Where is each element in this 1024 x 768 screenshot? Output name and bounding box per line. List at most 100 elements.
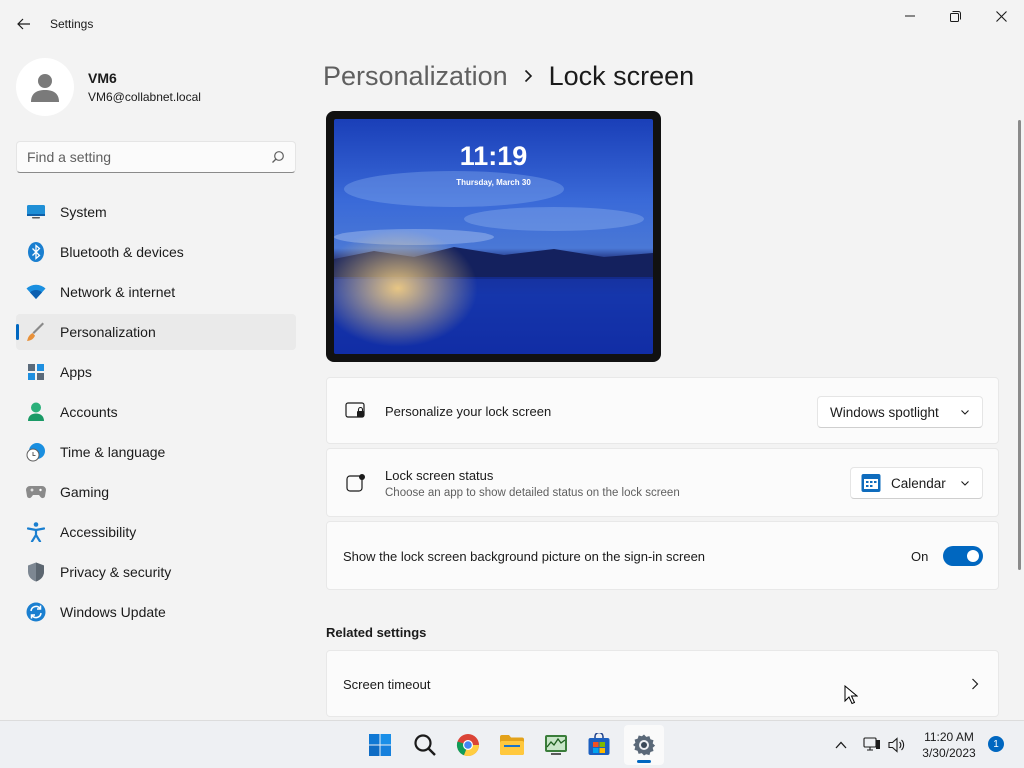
search-icon[interactable] (271, 150, 285, 164)
sidebar-item-windows-update[interactable]: Windows Update (16, 594, 296, 630)
signin-background-title: Show the lock screen background picture … (343, 549, 706, 564)
bluetooth-icon (26, 242, 46, 262)
active-app-indicator (637, 760, 651, 763)
chevron-right-icon (972, 678, 979, 690)
task-manager-icon (545, 735, 567, 755)
chrome-icon (456, 734, 480, 757)
clock-time: 11:20 AM (924, 730, 974, 744)
sidebar-item-label: Privacy & security (60, 564, 172, 580)
sidebar-item-time-language[interactable]: Time & language (16, 434, 296, 470)
start-button[interactable] (360, 725, 400, 765)
sidebar-item-network[interactable]: Network & internet (16, 274, 296, 310)
monitor-icon (26, 202, 46, 222)
clock-globe-icon (26, 442, 46, 462)
sidebar-item-label: Time & language (60, 444, 166, 460)
taskbar-search-button[interactable] (405, 725, 445, 765)
chrome-button[interactable] (448, 725, 488, 765)
chevron-down-icon (961, 481, 969, 486)
file-explorer-icon (500, 735, 524, 755)
settings-window: Settings VM6 VM6@collabnet.local Sys (0, 0, 1024, 720)
scrollbar[interactable] (1018, 120, 1021, 570)
preview-time: 11:19 (459, 141, 528, 171)
sidebar-item-label: Windows Update (60, 604, 166, 620)
sidebar-item-label: Bluetooth & devices (60, 244, 184, 260)
settings-taskbar-button[interactable] (624, 725, 664, 765)
search-icon (414, 734, 436, 756)
chevron-down-icon (961, 410, 969, 415)
brush-icon (26, 322, 46, 342)
gamepad-icon (26, 482, 46, 502)
chevron-right-icon (524, 69, 533, 83)
lock-screen-preview: 11:19 Thursday, March 30 (326, 111, 661, 362)
file-explorer-button[interactable] (492, 725, 532, 765)
back-arrow-icon (17, 18, 30, 30)
sidebar-item-personalization[interactable]: Personalization (16, 314, 296, 350)
close-button[interactable] (978, 0, 1024, 32)
store-icon (588, 733, 610, 755)
status-dropdown-value: Calendar (891, 475, 946, 491)
sidebar-item-label: Accessibility (60, 524, 137, 540)
close-icon (995, 10, 1007, 22)
sidebar-item-label: System (60, 204, 107, 220)
status-description: Choose an app to show detailed status on… (385, 487, 680, 499)
network-tray-button[interactable] (861, 721, 883, 768)
minimize-icon (905, 15, 915, 17)
settings-icon (633, 734, 656, 756)
accessibility-icon (26, 522, 46, 542)
taskbar: 11:20 AM 3/30/2023 (0, 720, 1024, 768)
sidebar-item-system[interactable]: System (16, 194, 296, 230)
toggle-state-label: On (911, 549, 929, 564)
personalize-dropdown-value: Windows spotlight (830, 404, 939, 420)
signin-background-toggle[interactable] (943, 546, 983, 566)
taskbar-clock[interactable]: 11:20 AM 3/30/2023 (914, 729, 984, 761)
back-button[interactable] (10, 10, 38, 38)
personalize-dropdown[interactable]: Windows spotlight (817, 396, 983, 428)
person-icon (26, 402, 46, 422)
chevron-up-icon (835, 741, 847, 749)
status-dropdown[interactable]: Calendar (850, 467, 983, 499)
notification-badge[interactable]: 1 (988, 736, 1004, 752)
restore-button[interactable] (932, 0, 978, 32)
related-settings-heading: Related settings (326, 625, 427, 640)
screen-timeout-label: Screen timeout (343, 677, 431, 692)
breadcrumb-parent[interactable]: Personalization (323, 61, 508, 92)
apps-icon (26, 362, 46, 382)
wifi-icon (26, 282, 46, 302)
task-manager-button[interactable] (536, 725, 576, 765)
screen-timeout-card[interactable]: Screen timeout (326, 650, 999, 717)
search-box (16, 141, 296, 173)
sidebar-item-accessibility[interactable]: Accessibility (16, 514, 296, 550)
status-title: Lock screen status (385, 468, 494, 483)
sidebar-item-label: Accounts (60, 404, 118, 420)
minimize-button[interactable] (887, 0, 933, 32)
avatar (16, 58, 74, 116)
toggle-knob (967, 550, 979, 562)
sidebar-item-privacy[interactable]: Privacy & security (16, 554, 296, 590)
volume-icon (888, 737, 905, 753)
sidebar-item-bluetooth[interactable]: Bluetooth & devices (16, 234, 296, 270)
search-input[interactable] (17, 149, 257, 165)
sidebar-item-accounts[interactable]: Accounts (16, 394, 296, 430)
title-bar: Settings (0, 0, 1024, 48)
restore-icon (949, 10, 961, 22)
sidebar-item-label: Gaming (60, 484, 110, 500)
person-icon (31, 74, 59, 102)
network-icon (863, 737, 880, 751)
profile-email: VM6@collabnet.local (88, 90, 201, 104)
sidebar-nav: System Bluetooth & devices Network & int… (16, 194, 296, 634)
sidebar-item-apps[interactable]: Apps (16, 354, 296, 390)
start-icon (369, 734, 391, 756)
status-icon (345, 472, 367, 494)
shield-icon (26, 562, 46, 582)
show-hidden-icons-button[interactable] (830, 721, 852, 768)
volume-tray-button[interactable] (886, 721, 908, 768)
signin-background-card: Show the lock screen background picture … (326, 521, 999, 590)
clock-date: 3/30/2023 (922, 746, 976, 760)
store-button[interactable] (579, 725, 619, 765)
profile-name: VM6 (88, 70, 117, 86)
user-profile[interactable]: VM6 VM6@collabnet.local (16, 58, 201, 116)
sidebar-item-gaming[interactable]: Gaming (16, 474, 296, 510)
breadcrumb: Personalization Lock screen (323, 58, 694, 94)
app-title: Settings (50, 17, 94, 31)
sidebar-item-label: Personalization (60, 324, 156, 340)
